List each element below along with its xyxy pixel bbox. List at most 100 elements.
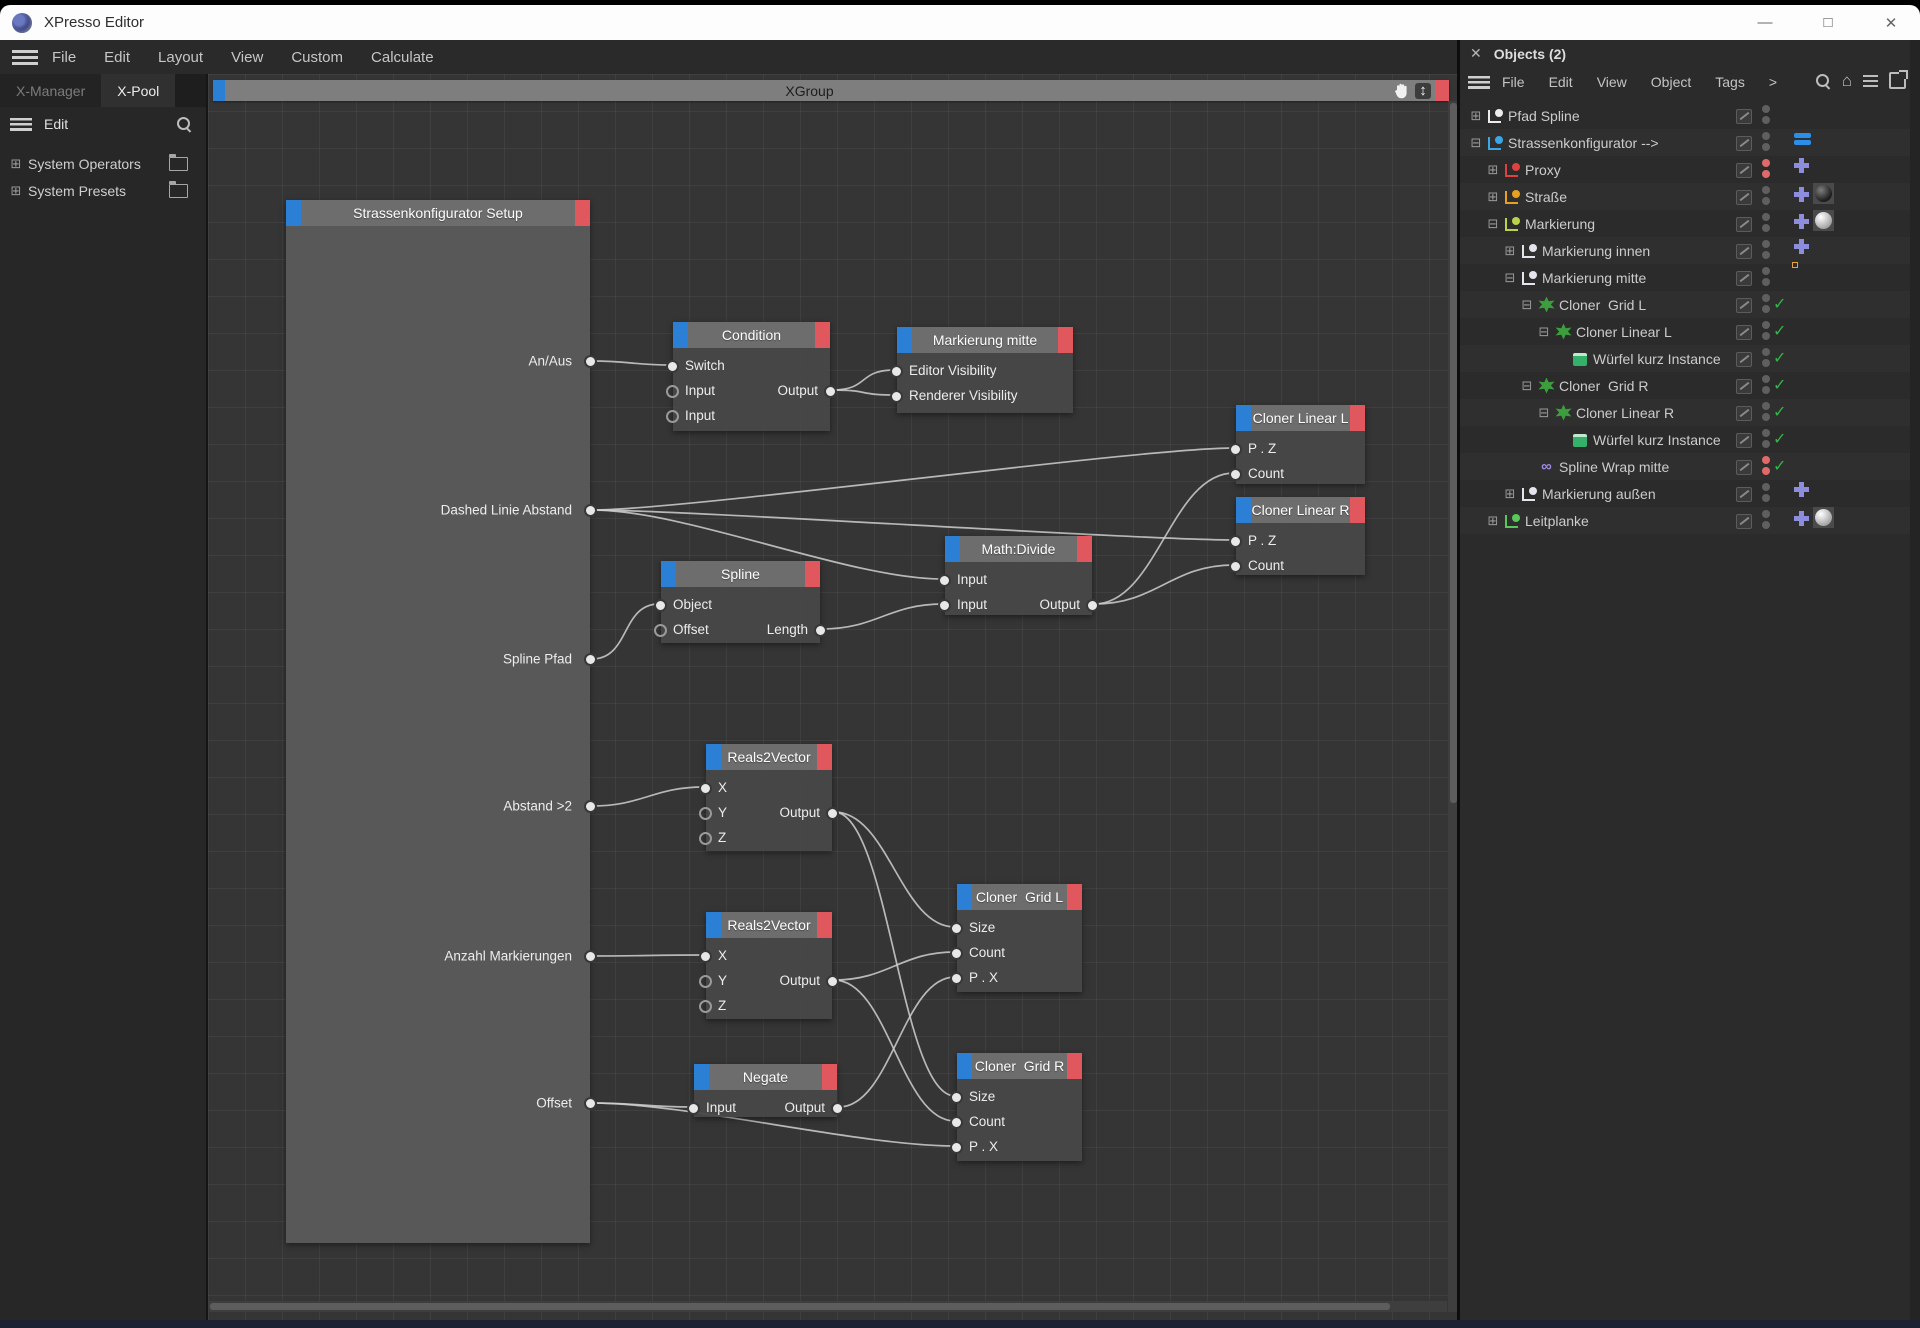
- visibility-dots[interactable]: [1762, 456, 1770, 475]
- output-port[interactable]: [584, 1097, 597, 1110]
- objects-menu->[interactable]: >: [1769, 74, 1777, 90]
- edit-toggle-icon[interactable]: [1736, 325, 1752, 340]
- input-port[interactable]: [1229, 468, 1242, 481]
- expand-icon[interactable]: ⊟: [1502, 270, 1518, 286]
- input-port[interactable]: [654, 599, 667, 612]
- expand-icon[interactable]: ⊞: [1468, 108, 1484, 124]
- mograph-tag-icon-selected[interactable]: [1792, 262, 1798, 268]
- edit-toggle-icon[interactable]: [1736, 190, 1752, 205]
- edit-toggle-icon[interactable]: [1736, 217, 1752, 232]
- edit-toggle-icon[interactable]: [1736, 514, 1752, 529]
- pool-item-system-presets[interactable]: ⊞System Presets: [0, 177, 206, 204]
- enabled-check-icon[interactable]: ✓: [1773, 375, 1786, 395]
- input-port[interactable]: [950, 1141, 963, 1154]
- object-row-würfel-kurz-instance[interactable]: Würfel kurz Instance✓: [1460, 426, 1920, 453]
- visibility-dots[interactable]: [1762, 402, 1770, 421]
- expand-icon[interactable]: ⊞: [1485, 162, 1501, 178]
- object-row-cloner-linear-l[interactable]: ⊟Cloner Linear L✓: [1460, 318, 1920, 345]
- node-r2vB[interactable]: Reals2VectorXYOutputZ: [706, 912, 832, 1019]
- edit-toggle-icon[interactable]: [1736, 298, 1752, 313]
- maximize-button[interactable]: □: [1813, 5, 1843, 40]
- object-row-proxy[interactable]: ⊞Proxy: [1460, 156, 1920, 183]
- expand-icon[interactable]: ⊟: [1468, 135, 1484, 151]
- node-clonerLL[interactable]: Cloner Linear LP . ZCount: [1236, 405, 1365, 484]
- output-port[interactable]: [584, 800, 597, 813]
- visibility-dots[interactable]: [1762, 186, 1770, 205]
- visibility-dots[interactable]: [1762, 213, 1770, 232]
- enabled-check-icon[interactable]: ✓: [1773, 402, 1786, 422]
- objects-menu-object[interactable]: Object: [1651, 74, 1691, 90]
- object-row-markierung[interactable]: ⊟Markierung: [1460, 210, 1920, 237]
- filter-icon[interactable]: [1863, 75, 1878, 87]
- expand-icon[interactable]: ⊟: [1536, 405, 1552, 421]
- object-row-würfel-kurz-instance[interactable]: Würfel kurz Instance✓: [1460, 345, 1920, 372]
- enabled-check-icon[interactable]: ✓: [1773, 456, 1786, 476]
- mograph-tag-icon[interactable]: [1794, 482, 1809, 497]
- input-port[interactable]: [699, 807, 712, 820]
- output-port[interactable]: [1086, 599, 1099, 612]
- expand-icon[interactable]: ⊟: [1519, 297, 1535, 313]
- search-icon[interactable]: [1815, 73, 1831, 89]
- input-port[interactable]: [950, 922, 963, 935]
- input-port[interactable]: [666, 410, 679, 423]
- updown-arrows-icon[interactable]: ↕: [1415, 83, 1431, 99]
- tab-x-pool[interactable]: X-Pool: [101, 74, 175, 107]
- expand-icon[interactable]: ⊞: [1485, 513, 1501, 529]
- visibility-dots[interactable]: [1762, 159, 1770, 178]
- mograph-tag-icon[interactable]: [1794, 239, 1809, 254]
- mograph-tag-icon[interactable]: [1794, 158, 1809, 173]
- objects-scrollbar[interactable]: [1910, 40, 1920, 1320]
- edit-toggle-icon[interactable]: [1736, 109, 1752, 124]
- xpresso-tag-icon[interactable]: [1794, 131, 1811, 146]
- hamburger-icon[interactable]: [12, 50, 38, 65]
- output-port[interactable]: [826, 807, 839, 820]
- visibility-dots[interactable]: [1762, 348, 1770, 367]
- node-gridL[interactable]: Cloner Grid LSizeCountP . X: [957, 884, 1082, 992]
- close-icon[interactable]: ✕: [1470, 45, 1482, 62]
- home-icon[interactable]: ⌂: [1842, 73, 1852, 89]
- enabled-check-icon[interactable]: ✓: [1773, 294, 1786, 314]
- node-math[interactable]: Math:DivideInputInputOutput: [945, 536, 1092, 615]
- material-tag-icon[interactable]: [1813, 210, 1834, 231]
- input-port[interactable]: [1229, 443, 1242, 456]
- input-port[interactable]: [666, 385, 679, 398]
- objects-menu-view[interactable]: View: [1597, 74, 1627, 90]
- node-gridR[interactable]: Cloner Grid RSizeCountP . X: [957, 1053, 1082, 1161]
- input-port[interactable]: [950, 1091, 963, 1104]
- mograph-tag-icon[interactable]: [1794, 187, 1809, 202]
- menu-file[interactable]: File: [52, 49, 76, 66]
- menu-layout[interactable]: Layout: [158, 49, 203, 66]
- menu-view[interactable]: View: [231, 49, 263, 66]
- enabled-check-icon[interactable]: ✓: [1773, 321, 1786, 341]
- expand-icon[interactable]: ⊞: [1485, 189, 1501, 205]
- objects-menu-edit[interactable]: Edit: [1549, 74, 1573, 90]
- edit-label[interactable]: Edit: [44, 116, 68, 132]
- node-negate[interactable]: NegateInputOutput: [694, 1064, 837, 1117]
- visibility-dots[interactable]: [1762, 240, 1770, 259]
- input-port[interactable]: [1229, 535, 1242, 548]
- object-row-markierung-außen[interactable]: ⊞Markierung außen: [1460, 480, 1920, 507]
- mograph-tag-icon[interactable]: [1794, 511, 1809, 526]
- edit-toggle-icon[interactable]: [1736, 352, 1752, 367]
- mograph-tag-icon[interactable]: [1794, 214, 1809, 229]
- node-r2vA[interactable]: Reals2VectorXYOutputZ: [706, 744, 832, 851]
- expand-icon[interactable]: ⊟: [1519, 378, 1535, 394]
- edit-toggle-icon[interactable]: [1736, 379, 1752, 394]
- expand-icon[interactable]: ⊟: [1536, 324, 1552, 340]
- output-port[interactable]: [814, 624, 827, 637]
- node-canvas[interactable]: XGroup ↕ Strassenkonfigurator SetupAn/Au…: [206, 74, 1459, 1320]
- visibility-dots[interactable]: [1762, 294, 1770, 313]
- enabled-check-icon[interactable]: ✓: [1773, 429, 1786, 449]
- enabled-check-icon[interactable]: ✓: [1773, 348, 1786, 368]
- input-port[interactable]: [950, 947, 963, 960]
- visibility-dots[interactable]: [1762, 483, 1770, 502]
- visibility-dots[interactable]: [1762, 132, 1770, 151]
- edit-toggle-icon[interactable]: [1736, 460, 1752, 475]
- input-port[interactable]: [699, 975, 712, 988]
- close-button[interactable]: ✕: [1876, 5, 1906, 40]
- material-tag-icon[interactable]: [1813, 183, 1834, 204]
- input-port[interactable]: [890, 390, 903, 403]
- expand-icon[interactable]: ⊞: [8, 183, 24, 199]
- object-row-leitplanke[interactable]: ⊞Leitplanke: [1460, 507, 1920, 534]
- minimize-button[interactable]: —: [1750, 5, 1780, 40]
